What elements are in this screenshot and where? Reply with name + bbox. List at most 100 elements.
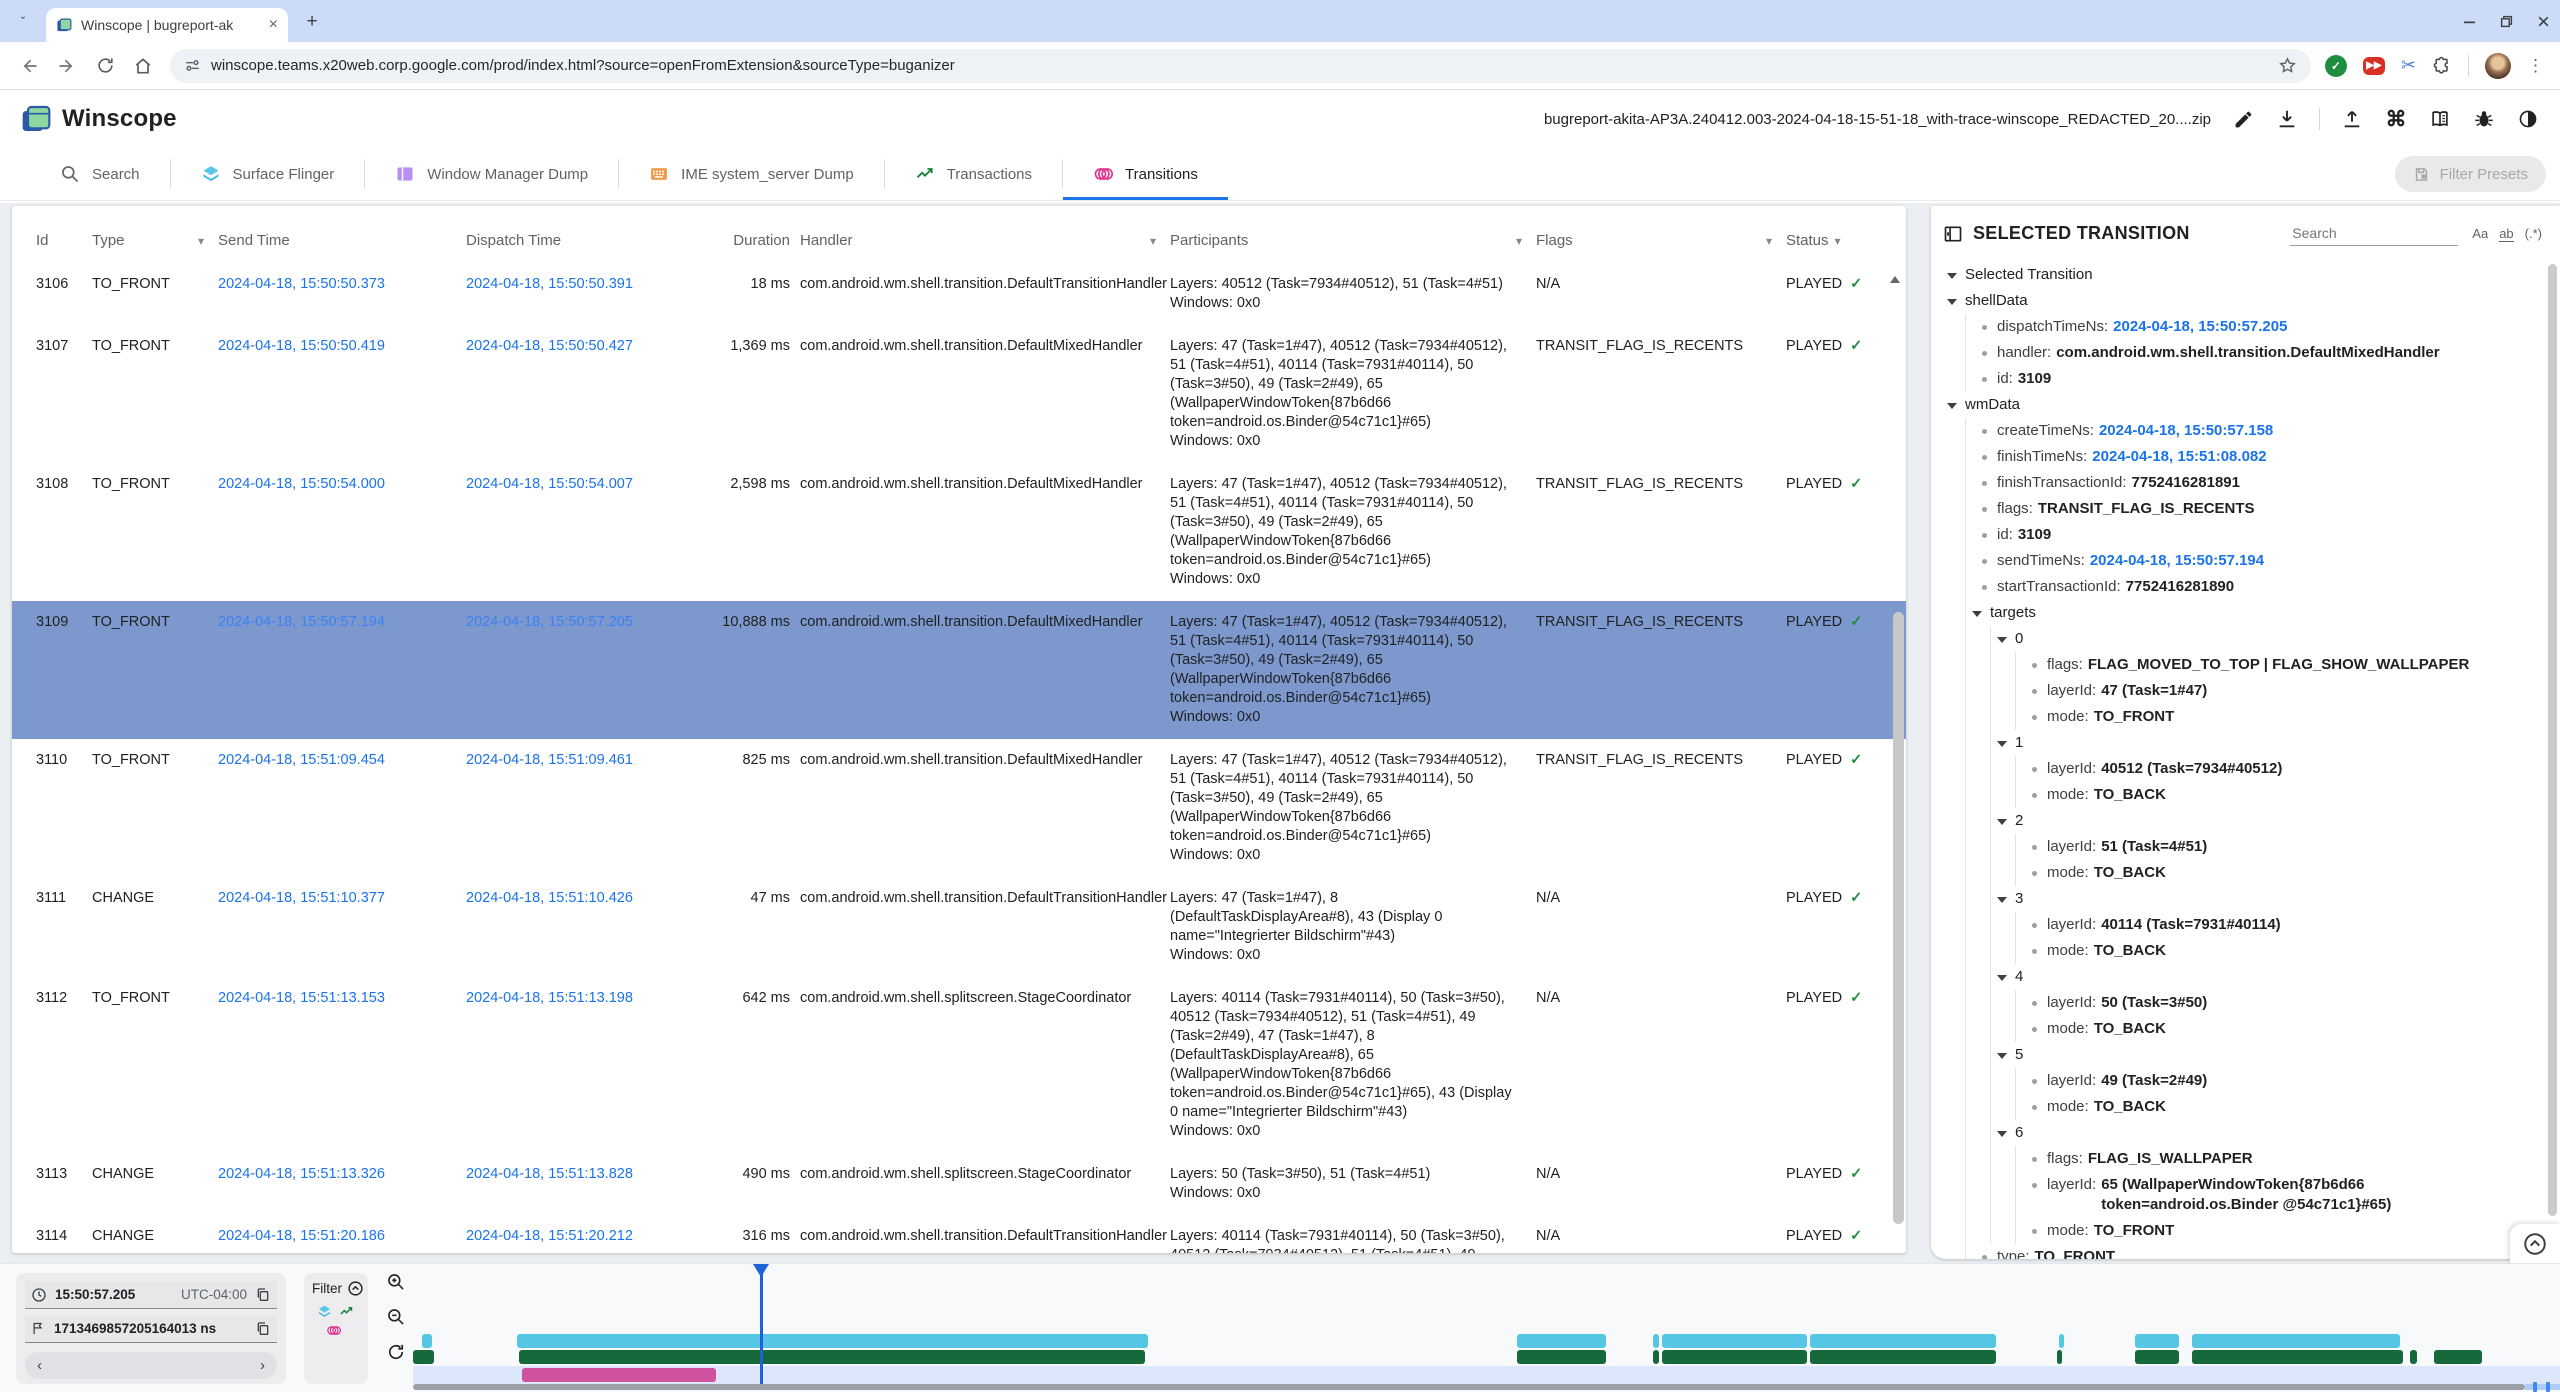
bookmark-star-icon[interactable] [2278,56,2297,75]
back-icon[interactable] [10,47,48,85]
table-row-3110[interactable]: 3110TO_FRONT2024-04-18, 15:51:09.4542024… [12,739,1906,877]
panel-search-input[interactable] [2290,221,2458,246]
copy-ns-icon[interactable] [255,1321,271,1337]
cell-send-time[interactable]: 2024-04-18, 15:50:57.194 [218,613,466,632]
tree-node-targets[interactable]: targets [1966,600,2544,626]
table-row-3107[interactable]: 3107TO_FRONT2024-04-18, 15:50:50.4192024… [12,325,1906,463]
tab-close-icon[interactable]: × [269,17,278,33]
dark-mode-icon[interactable] [2516,107,2540,131]
tune-icon[interactable] [184,57,201,74]
tree-leaf-layerId[interactable]: layerId:51 (Task=4#51) [2016,834,2544,860]
tree-leaf-id[interactable]: id:3109 [1966,366,2544,392]
cell-send-time[interactable]: 2024-04-18, 15:51:13.326 [218,1165,466,1184]
collapse-arrow-icon[interactable] [1997,637,2007,643]
next-entry-icon[interactable]: › [260,1357,265,1374]
tree-leaf-mode[interactable]: mode:TO_BACK [2016,1094,2544,1120]
collapse-arrow-icon[interactable] [1997,975,2007,981]
tab-surface-flinger[interactable]: Surface Flinger [171,148,365,200]
collapse-arrow-icon[interactable] [1947,403,1957,409]
collapse-arrow-icon[interactable] [1997,897,2007,903]
tree-node-shelldata[interactable]: shellData [1941,288,2544,314]
regex-toggle[interactable]: (.*) [2525,226,2542,241]
extensions-puzzle-icon[interactable] [2432,56,2452,76]
cell-dispatch-time[interactable]: 2024-04-18, 15:50:57.205 [466,613,714,632]
copy-time-icon[interactable] [255,1287,271,1303]
prev-entry-icon[interactable]: ‹ [37,1357,42,1374]
tree-leaf-finishTimeNs[interactable]: finishTimeNs:2024-04-18, 15:51:08.082 [1966,444,2544,470]
column-header-dispatch-time[interactable]: Dispatch Time [466,232,714,249]
filter-caret-icon[interactable]: ▾ [1516,234,1522,248]
table-row-3106[interactable]: 3106TO_FRONT2024-04-18, 15:50:50.3732024… [12,263,1906,325]
tree-node-3[interactable]: 3 [1991,886,2544,912]
report-bug-icon[interactable] [2472,107,2496,131]
tree-leaf-flags[interactable]: flags:FLAG_MOVED_TO_TOP | FLAG_SHOW_WALL… [2016,652,2544,678]
tab-transactions[interactable]: Transactions [885,148,1062,200]
tree-node-5[interactable]: 5 [1991,1042,2544,1068]
tree-leaf-dispatchTimeNs[interactable]: dispatchTimeNs:2024-04-18, 15:50:57.205 [1966,314,2544,340]
whole-word-toggle[interactable]: ab [2499,226,2513,242]
cell-dispatch-time[interactable]: 2024-04-18, 15:51:10.426 [466,889,714,908]
tree-leaf-mode[interactable]: mode:TO_BACK [2016,860,2544,886]
collapse-arrow-icon[interactable] [1997,741,2007,747]
table-row-3111[interactable]: 3111CHANGE2024-04-18, 15:51:10.3772024-0… [12,877,1906,977]
tree-leaf-flags[interactable]: flags:TRANSIT_FLAG_IS_RECENTS [1966,496,2544,522]
forward-icon[interactable] [48,47,86,85]
collapse-arrow-icon[interactable] [1947,273,1957,279]
column-header-id[interactable]: Id [36,232,92,249]
collapse-arrow-icon[interactable] [1997,819,2007,825]
profile-avatar[interactable] [2485,53,2511,79]
download-icon[interactable] [2275,107,2299,131]
browser-tab[interactable]: Winscope | bugreport-ak × [46,8,288,42]
browser-menu-icon[interactable]: ⋮ [2527,56,2544,76]
close-window-icon[interactable] [2537,15,2550,28]
table-scrollbar[interactable] [1893,612,1904,1224]
tree-node-0[interactable]: 0 [1991,626,2544,652]
table-row-3113[interactable]: 3113CHANGE2024-04-18, 15:51:13.3262024-0… [12,1153,1906,1215]
tree-leaf-finishTransactionId[interactable]: finishTransactionId:7752416281891 [1966,470,2544,496]
tree-node-wmdata[interactable]: wmData [1941,392,2544,418]
filter-caret-icon[interactable]: ▾ [1150,234,1156,248]
filter-transactions-icon[interactable] [339,1304,354,1319]
table-row-3114[interactable]: 3114CHANGE2024-04-18, 15:51:20.1862024-0… [12,1215,1906,1253]
tree-leaf-layerId[interactable]: layerId:40114 (Task=7931#40114) [2016,912,2544,938]
filter-caret-icon[interactable]: ▾ [1766,234,1772,248]
column-header-flags[interactable]: Flags▾ [1536,232,1786,249]
ns-time-field[interactable]: 1713469857205164013 ns [25,1315,277,1343]
panel-scrollbar[interactable] [2548,264,2557,1216]
cell-dispatch-time[interactable]: 2024-04-18, 15:51:09.461 [466,751,714,770]
filter-caret-icon[interactable]: ▾ [198,234,204,248]
tree-node-6[interactable]: 6 [1991,1120,2544,1146]
edit-file-icon[interactable] [2231,107,2255,131]
zoom-reset-icon[interactable] [386,1342,406,1362]
tree-leaf-layerId[interactable]: layerId:49 (Task=2#49) [2016,1068,2544,1094]
tree-node-1[interactable]: 1 [1991,730,2544,756]
table-row-3109[interactable]: 3109TO_FRONT2024-04-18, 15:50:57.1942024… [12,601,1906,739]
collapse-arrow-icon[interactable] [1997,1053,2007,1059]
collapse-arrow-icon[interactable] [1972,611,1982,617]
collapse-arrow-icon[interactable] [1997,1131,2007,1137]
timeline-canvas[interactable] [413,1264,2560,1392]
column-header-handler[interactable]: Handler▾ [800,232,1170,249]
tree-leaf-layerId[interactable]: layerId:65 (WallpaperWindowToken{87b6d66… [2016,1172,2544,1218]
cell-dispatch-time[interactable]: 2024-04-18, 15:51:13.828 [466,1165,714,1184]
tree-leaf-layerId[interactable]: layerId:40512 (Task=7934#40512) [2016,756,2544,782]
tree-node-2[interactable]: 2 [1991,808,2544,834]
documentation-book-icon[interactable] [2428,107,2452,131]
cell-send-time[interactable]: 2024-04-18, 15:50:50.419 [218,337,466,356]
filter-presets-button[interactable]: Filter Presets [2395,156,2546,192]
tree-leaf-id[interactable]: id:3109 [1966,522,2544,548]
extension-check-icon[interactable]: ✓ [2325,55,2347,77]
collapse-arrow-icon[interactable] [1947,299,1957,305]
match-case-toggle[interactable]: Aa [2472,226,2488,241]
tree-leaf-layerId[interactable]: layerId:47 (Task=1#47) [2016,678,2544,704]
home-icon[interactable] [124,47,162,85]
human-time-field[interactable]: 15:50:57.205 UTC-04:00 [25,1281,277,1309]
url-text[interactable]: winscope.teams.x20web.corp.google.com/pr… [211,57,2268,74]
cell-send-time[interactable]: 2024-04-18, 15:50:50.373 [218,275,466,294]
cell-send-time[interactable]: 2024-04-18, 15:51:10.377 [218,889,466,908]
cell-send-time[interactable]: 2024-04-18, 15:51:20.186 [218,1227,466,1246]
cell-dispatch-time[interactable]: 2024-04-18, 15:50:50.391 [466,275,714,294]
cell-dispatch-time[interactable]: 2024-04-18, 15:50:54.007 [466,475,714,494]
tree-leaf-startTransactionId[interactable]: startTransactionId:7752416281890 [1966,574,2544,600]
tree-leaf-layerId[interactable]: layerId:50 (Task=3#50) [2016,990,2544,1016]
